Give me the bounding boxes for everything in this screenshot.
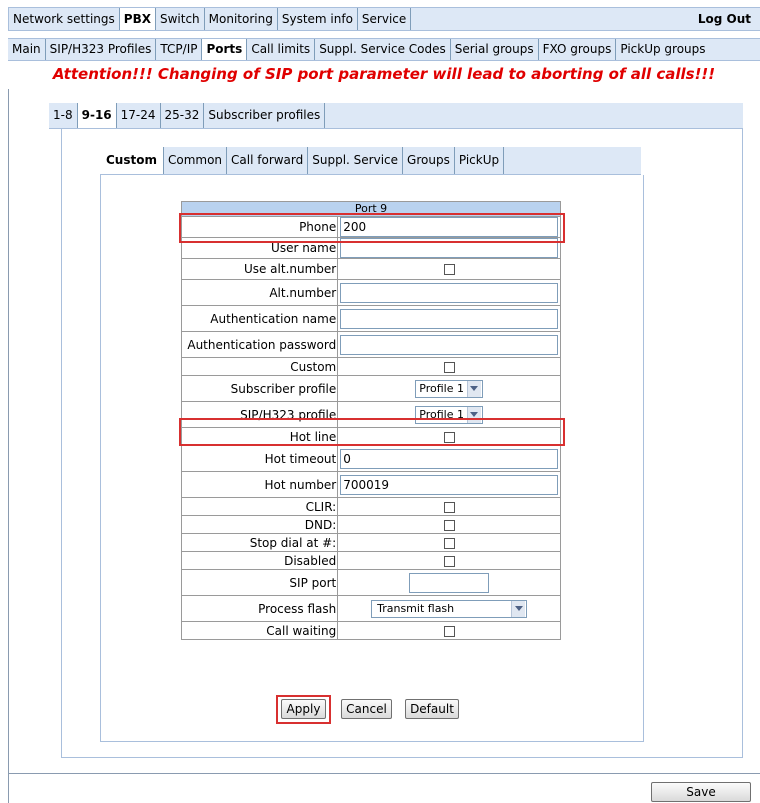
apply-button[interactable]: Apply: [281, 699, 326, 719]
call-waiting-checkbox[interactable]: [443, 625, 455, 637]
port-settings-tabs: Custom Common Call forward Suppl. Servic…: [100, 147, 641, 175]
top-nav: Network settings PBX Switch Monitoring S…: [8, 7, 760, 31]
tab-ports-1-8[interactable]: 1-8: [49, 103, 78, 128]
tab-call-limits[interactable]: Call limits: [247, 39, 316, 60]
process-flash-select[interactable]: Transmit flash: [371, 599, 528, 618]
tab-pickup-groups[interactable]: PickUp groups: [616, 39, 709, 60]
tab-system-info[interactable]: System info: [278, 8, 358, 30]
sip-port-input[interactable]: [409, 572, 490, 593]
alt-number-input[interactable]: [340, 282, 559, 303]
tab-main[interactable]: Main: [8, 39, 46, 60]
call-waiting-label: Call waiting: [180, 621, 339, 640]
tab-tcp-ip[interactable]: TCP/IP: [156, 39, 203, 60]
clir-checkbox[interactable]: [443, 501, 455, 513]
tab-monitoring[interactable]: Monitoring: [205, 8, 278, 30]
subscriber-profile-value: Profile 1: [419, 382, 464, 395]
tab-ports-17-24[interactable]: 17-24: [117, 103, 161, 128]
use-alt-number-checkbox[interactable]: [443, 264, 455, 275]
tab-sip-h323-profiles[interactable]: SIP/H323 Profiles: [46, 39, 157, 60]
hot-number-label: Hot number: [180, 471, 339, 498]
hot-number-input[interactable]: [340, 474, 559, 495]
hot-timeout-label: Hot timeout: [180, 445, 339, 472]
subscriber-profile-select[interactable]: Profile 1: [415, 379, 483, 398]
disabled-label: Disabled: [180, 551, 339, 570]
tab-subscriber-profiles[interactable]: Subscriber profiles: [204, 103, 326, 128]
cancel-button[interactable]: Cancel: [341, 699, 392, 719]
sip-port-label: SIP port: [180, 569, 339, 596]
hot-timeout-input[interactable]: [340, 448, 559, 469]
tab-fxo-groups[interactable]: FXO groups: [539, 39, 617, 60]
tab-service[interactable]: Service: [358, 8, 412, 30]
phone-highlight: [179, 213, 565, 243]
tab-pbx[interactable]: PBX: [119, 8, 156, 30]
sip-port-warning: Attention!!! Changing of SIP port parame…: [52, 65, 716, 83]
tab-network-settings[interactable]: Network settings: [9, 8, 120, 30]
dnd-checkbox[interactable]: [443, 519, 455, 531]
chevron-down-icon: [466, 380, 481, 397]
port-group-tabs: 1-8 9-16 17-24 25-32 Subscriber profiles: [49, 103, 743, 129]
tab-call-forward[interactable]: Call forward: [227, 147, 309, 174]
frame-border-left: [8, 89, 9, 803]
custom-label: Custom: [180, 357, 339, 376]
clir-label: CLIR:: [180, 497, 339, 516]
tab-groups[interactable]: Groups: [403, 147, 455, 174]
tab-common[interactable]: Common: [164, 147, 228, 174]
tab-pickup[interactable]: PickUp: [455, 147, 505, 174]
auth-name-input[interactable]: [340, 308, 559, 329]
sip-profile-highlight: [179, 418, 565, 446]
default-button[interactable]: Default: [405, 699, 459, 719]
dnd-label: DND:: [180, 515, 339, 534]
tab-suppl-service[interactable]: Suppl. Service: [308, 147, 404, 174]
process-flash-value: Transmit flash: [377, 602, 455, 615]
pbx-sub-nav: Main SIP/H323 Profiles TCP/IP Ports Call…: [8, 38, 760, 61]
tab-serial-groups[interactable]: Serial groups: [451, 39, 539, 60]
chevron-down-icon: [511, 600, 526, 617]
subscriber-profile-label: Subscriber profile: [180, 375, 339, 402]
process-flash-label: Process flash: [180, 595, 339, 622]
disabled-checkbox[interactable]: [443, 555, 455, 567]
custom-checkbox[interactable]: [443, 361, 455, 373]
stop-dial-label: Stop dial at #:: [180, 533, 339, 552]
frame-border-bottom: [8, 773, 760, 774]
tab-ports-9-16[interactable]: 9-16: [77, 103, 117, 128]
stop-dial-checkbox[interactable]: [443, 537, 455, 549]
logout-link[interactable]: Log Out: [698, 8, 751, 30]
auth-password-input[interactable]: [340, 334, 559, 355]
tab-switch[interactable]: Switch: [156, 8, 205, 30]
alt-number-label: Alt.number: [180, 279, 339, 306]
tab-ports[interactable]: Ports: [202, 39, 248, 60]
save-button[interactable]: Save: [651, 782, 751, 802]
tab-ports-25-32[interactable]: 25-32: [161, 103, 205, 128]
tab-custom[interactable]: Custom: [100, 147, 164, 174]
use-alt-number-label: Use alt.number: [180, 258, 339, 280]
auth-password-label: Authentication password: [180, 331, 339, 358]
tab-suppl-service-codes[interactable]: Suppl. Service Codes: [315, 39, 451, 60]
auth-name-label: Authentication name: [180, 305, 339, 332]
